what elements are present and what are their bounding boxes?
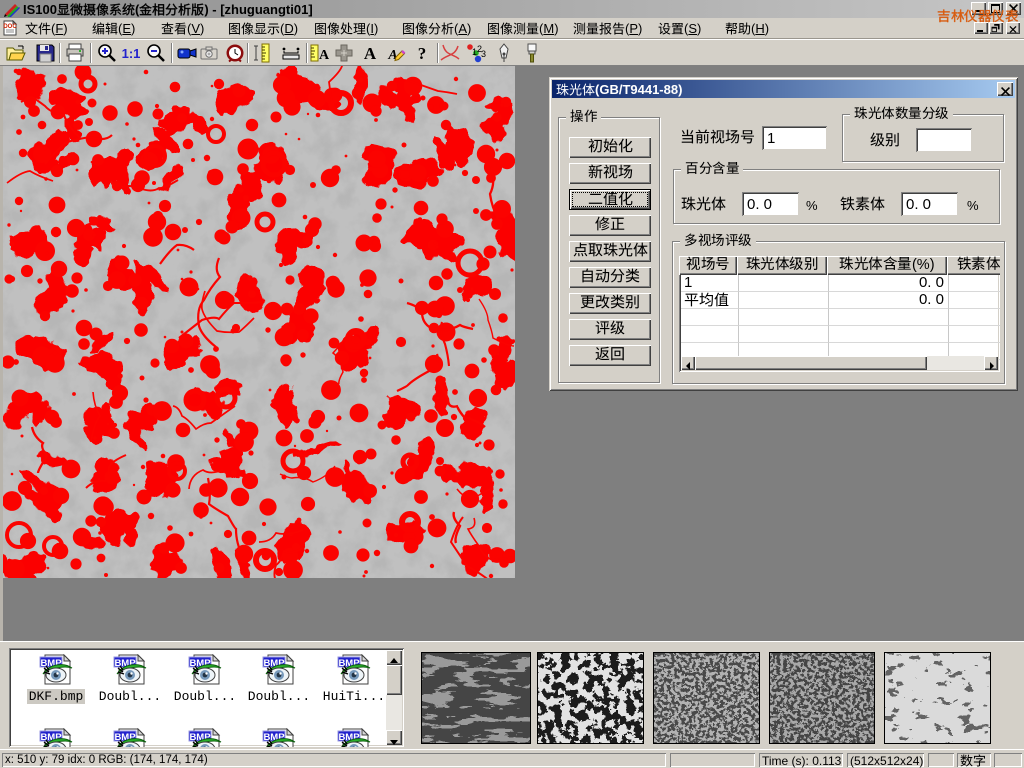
svg-text:1:1: 1:1: [122, 46, 141, 61]
svg-text:A: A: [364, 44, 377, 63]
svg-text:DOC: DOC: [3, 24, 17, 30]
svg-text:A: A: [319, 48, 330, 63]
svg-text:?: ?: [418, 44, 427, 63]
svg-text:3: 3: [481, 49, 486, 59]
svg-text:A: A: [387, 48, 397, 63]
